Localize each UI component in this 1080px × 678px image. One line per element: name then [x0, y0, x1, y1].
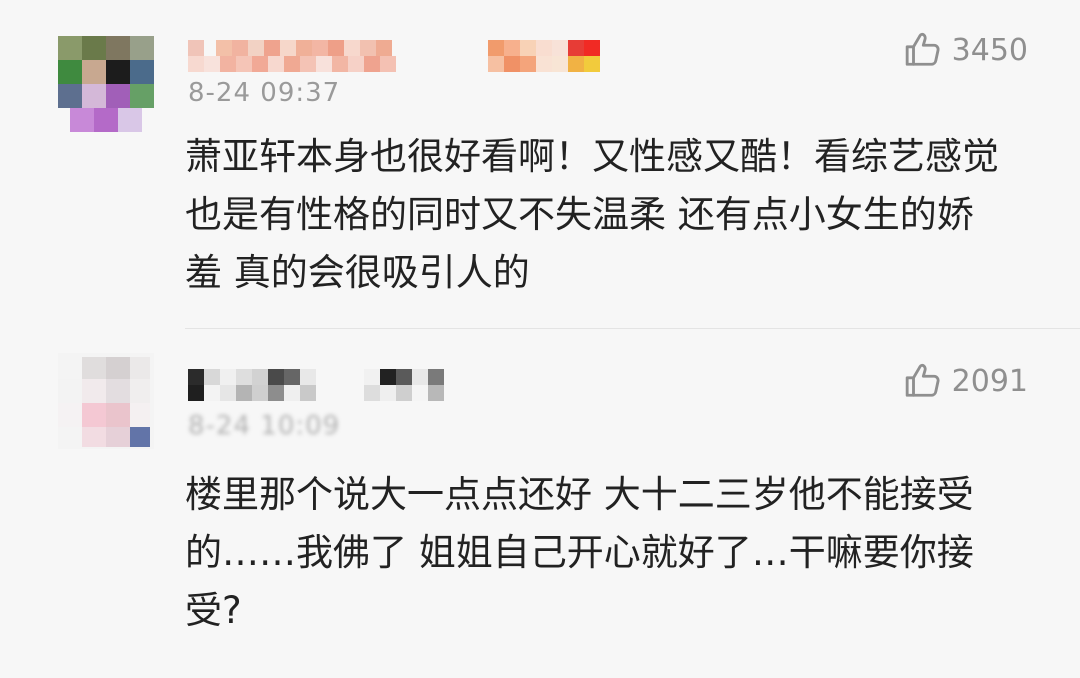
comment-item: 8-24 10:09 2091 楼里那个说大一点点还好 大十二三岁他不能接受的…… — [0, 329, 1080, 678]
avatar-mosaic-image — [58, 353, 154, 449]
username-blurred[interactable] — [188, 36, 618, 76]
comment-timestamp: 8-24 09:37 — [188, 78, 341, 108]
comment-text: 楼里那个说大一点点还好 大十二三岁他不能接受的……我佛了 姐姐自己开心就好了…干… — [185, 473, 974, 632]
username-blurred[interactable] — [188, 363, 468, 403]
like-count: 3450 — [951, 32, 1028, 68]
comment-text: 萧亚轩本身也很好看啊！又性感又酷！看综艺感觉也是有性格的同时又不失温柔 还有点小… — [185, 135, 999, 294]
username-mosaic — [188, 40, 600, 72]
comment-item: 8-24 09:37 3450 萧亚轩本身也很好看啊！又性感又酷！看综艺感觉也是… — [0, 0, 1080, 328]
thumbs-up-icon — [905, 32, 940, 66]
comment-list: 8-24 09:37 3450 萧亚轩本身也很好看啊！又性感又酷！看综艺感觉也是… — [0, 0, 1080, 678]
username-mosaic — [188, 369, 444, 401]
like-count: 2091 — [951, 363, 1028, 399]
thumbs-up-icon — [905, 363, 940, 397]
comment-timestamp: 8-24 10:09 — [188, 411, 341, 441]
user-avatar[interactable] — [58, 353, 154, 449]
user-avatar[interactable] — [58, 36, 154, 132]
avatar-mosaic-image — [58, 36, 154, 132]
like-button[interactable]: 3450 — [904, 31, 1028, 69]
like-button[interactable]: 2091 — [904, 362, 1028, 400]
